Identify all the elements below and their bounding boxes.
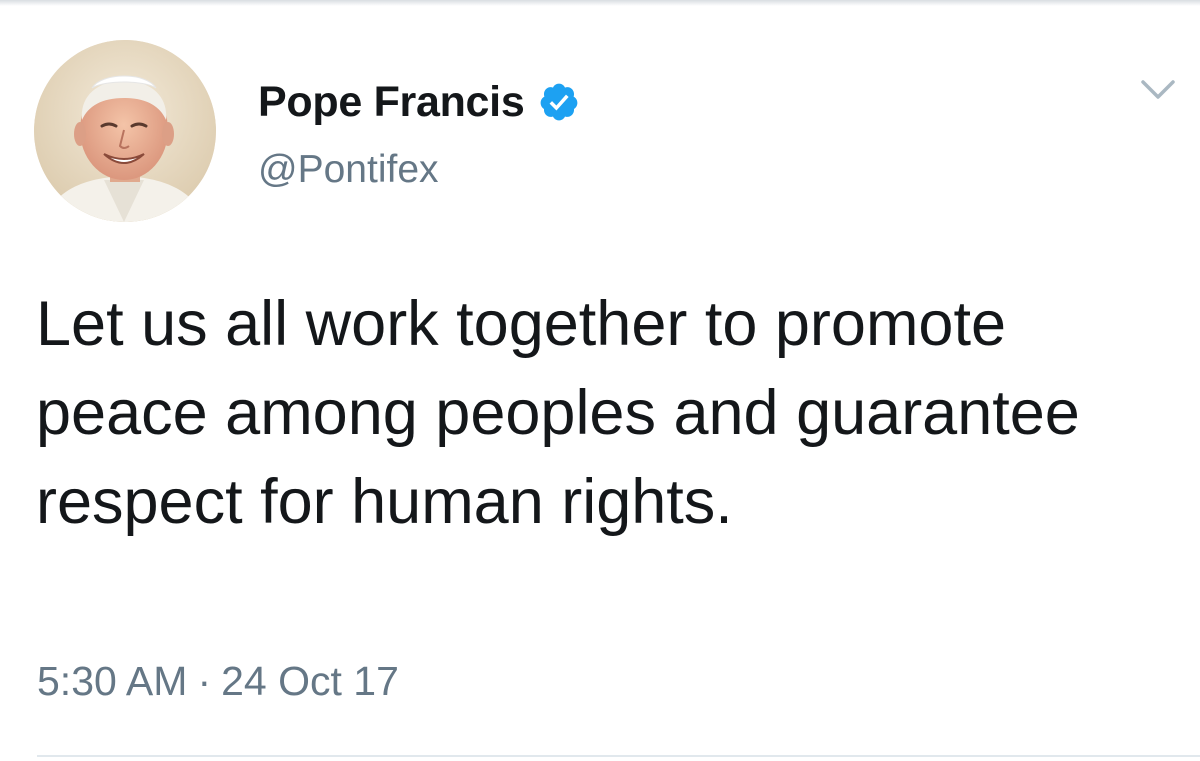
tweet-text: Let us all work together to promote peac… [36,289,1080,537]
chevron-down-icon[interactable] [1140,78,1176,104]
avatar[interactable] [34,40,216,222]
divider [37,755,1200,757]
tweet-date[interactable]: 24 Oct 17 [221,658,399,704]
tweet-timestamp[interactable]: 5:30 AM · 24 Oct 17 [37,658,399,705]
verified-badge-icon [541,83,578,121]
avatar-photo [34,40,216,222]
tweet-time[interactable]: 5:30 AM [37,658,187,704]
author-name-row[interactable]: Pope Francis [258,74,580,130]
author-display-name[interactable]: Pope Francis [258,78,525,127]
timestamp-separator: · [197,658,212,704]
author-handle[interactable]: @Pontifex [258,148,439,192]
tweet-card: Pope Francis @Pontifex Let us all work t… [0,0,1200,761]
